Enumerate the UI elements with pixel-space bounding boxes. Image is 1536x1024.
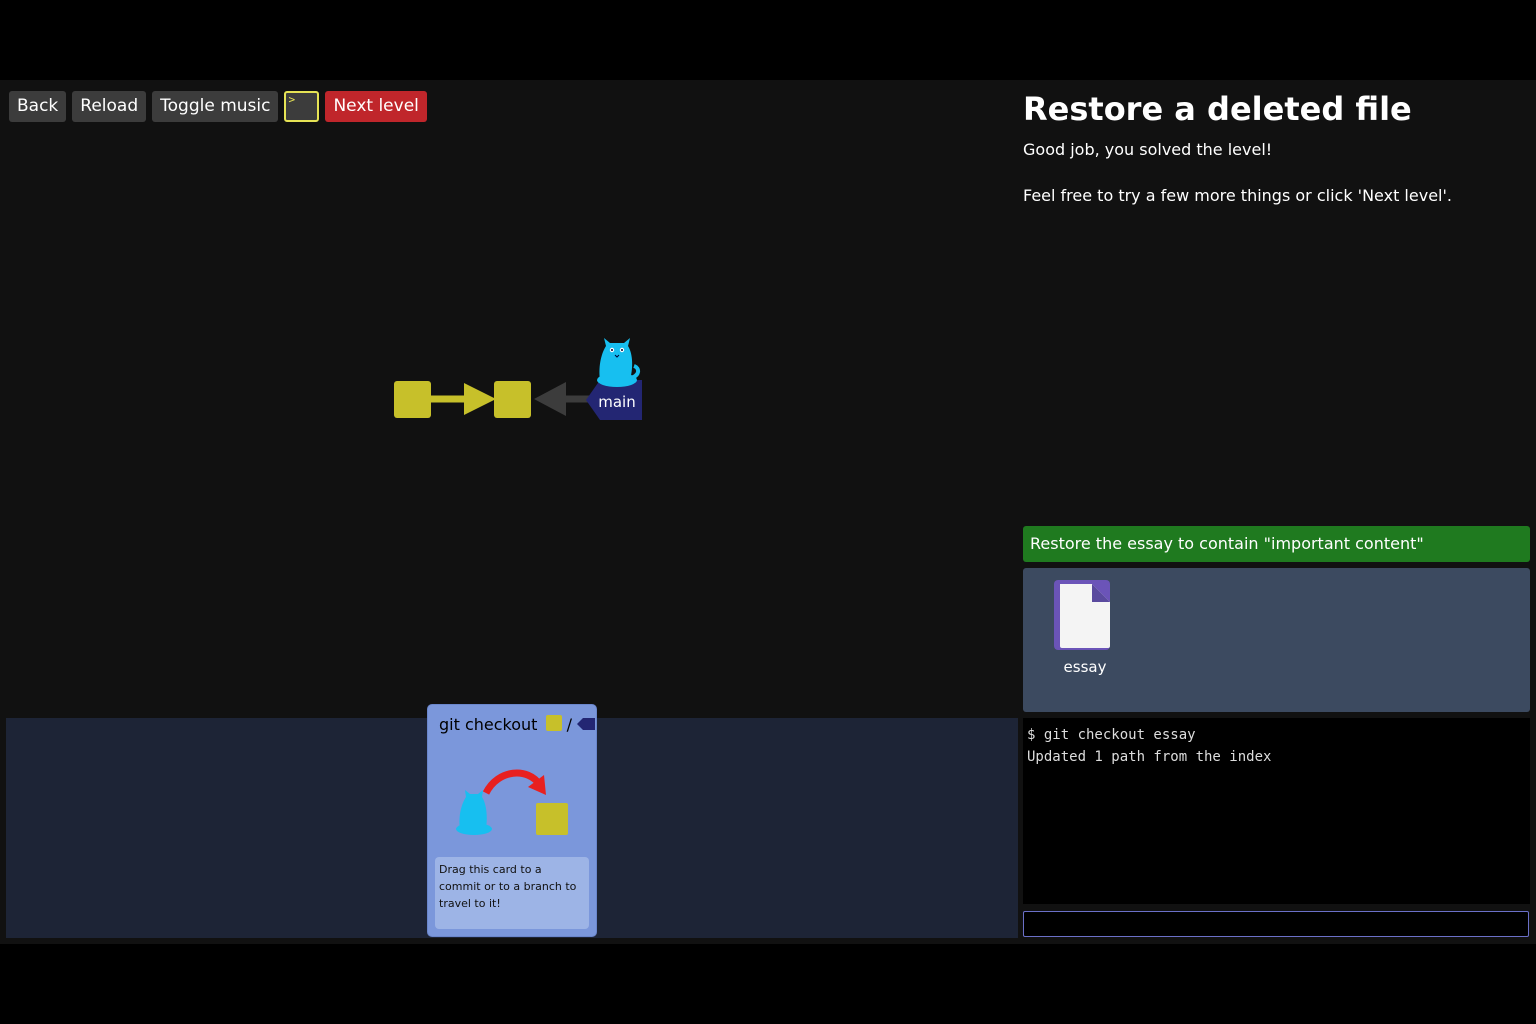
terminal-line: Updated 1 path from the index	[1027, 749, 1272, 765]
terminal-output: $ git checkout essay Updated 1 path from…	[1023, 718, 1530, 904]
cat-head-icon[interactable]	[597, 338, 641, 387]
curved-arrow-icon	[482, 769, 543, 795]
card-title: git checkout /	[439, 715, 596, 734]
git-checkout-card[interactable]: git checkout / Drag this card to a commi…	[428, 705, 596, 936]
files-panel: essay	[1023, 568, 1530, 712]
level-title: Restore a deleted file	[1023, 90, 1412, 128]
commit-node[interactable]	[494, 381, 531, 418]
branch-edge-arrowhead	[534, 382, 566, 416]
level-success-message: Good job, you solved the level!	[1023, 140, 1273, 159]
commit-icon	[536, 803, 568, 835]
commit-graph: main	[394, 338, 642, 420]
card-command: git checkout	[439, 715, 538, 734]
parent-edge-arrowhead	[464, 383, 496, 415]
file-essay[interactable]: essay	[1054, 580, 1116, 676]
card-separator: /	[566, 715, 573, 734]
level-hint-message: Feel free to try a few more things or cl…	[1023, 186, 1452, 205]
file-name: essay	[1063, 658, 1107, 676]
cat-icon	[456, 790, 492, 835]
branch-icon	[577, 718, 596, 730]
card-description: Drag this card to a commit or to a branc…	[435, 857, 589, 929]
file-icon	[1054, 580, 1110, 650]
game-window: Back Reload Toggle music > Next level ma…	[0, 80, 1536, 944]
terminal-input[interactable]	[1023, 911, 1529, 937]
commit-node[interactable]	[394, 381, 431, 418]
branch-label: main	[598, 393, 635, 411]
commit-icon	[545, 715, 562, 731]
goal-banner: Restore the essay to contain "important …	[1023, 526, 1530, 562]
card-illustration	[456, 769, 568, 835]
terminal-line: $ git checkout essay	[1027, 727, 1196, 743]
